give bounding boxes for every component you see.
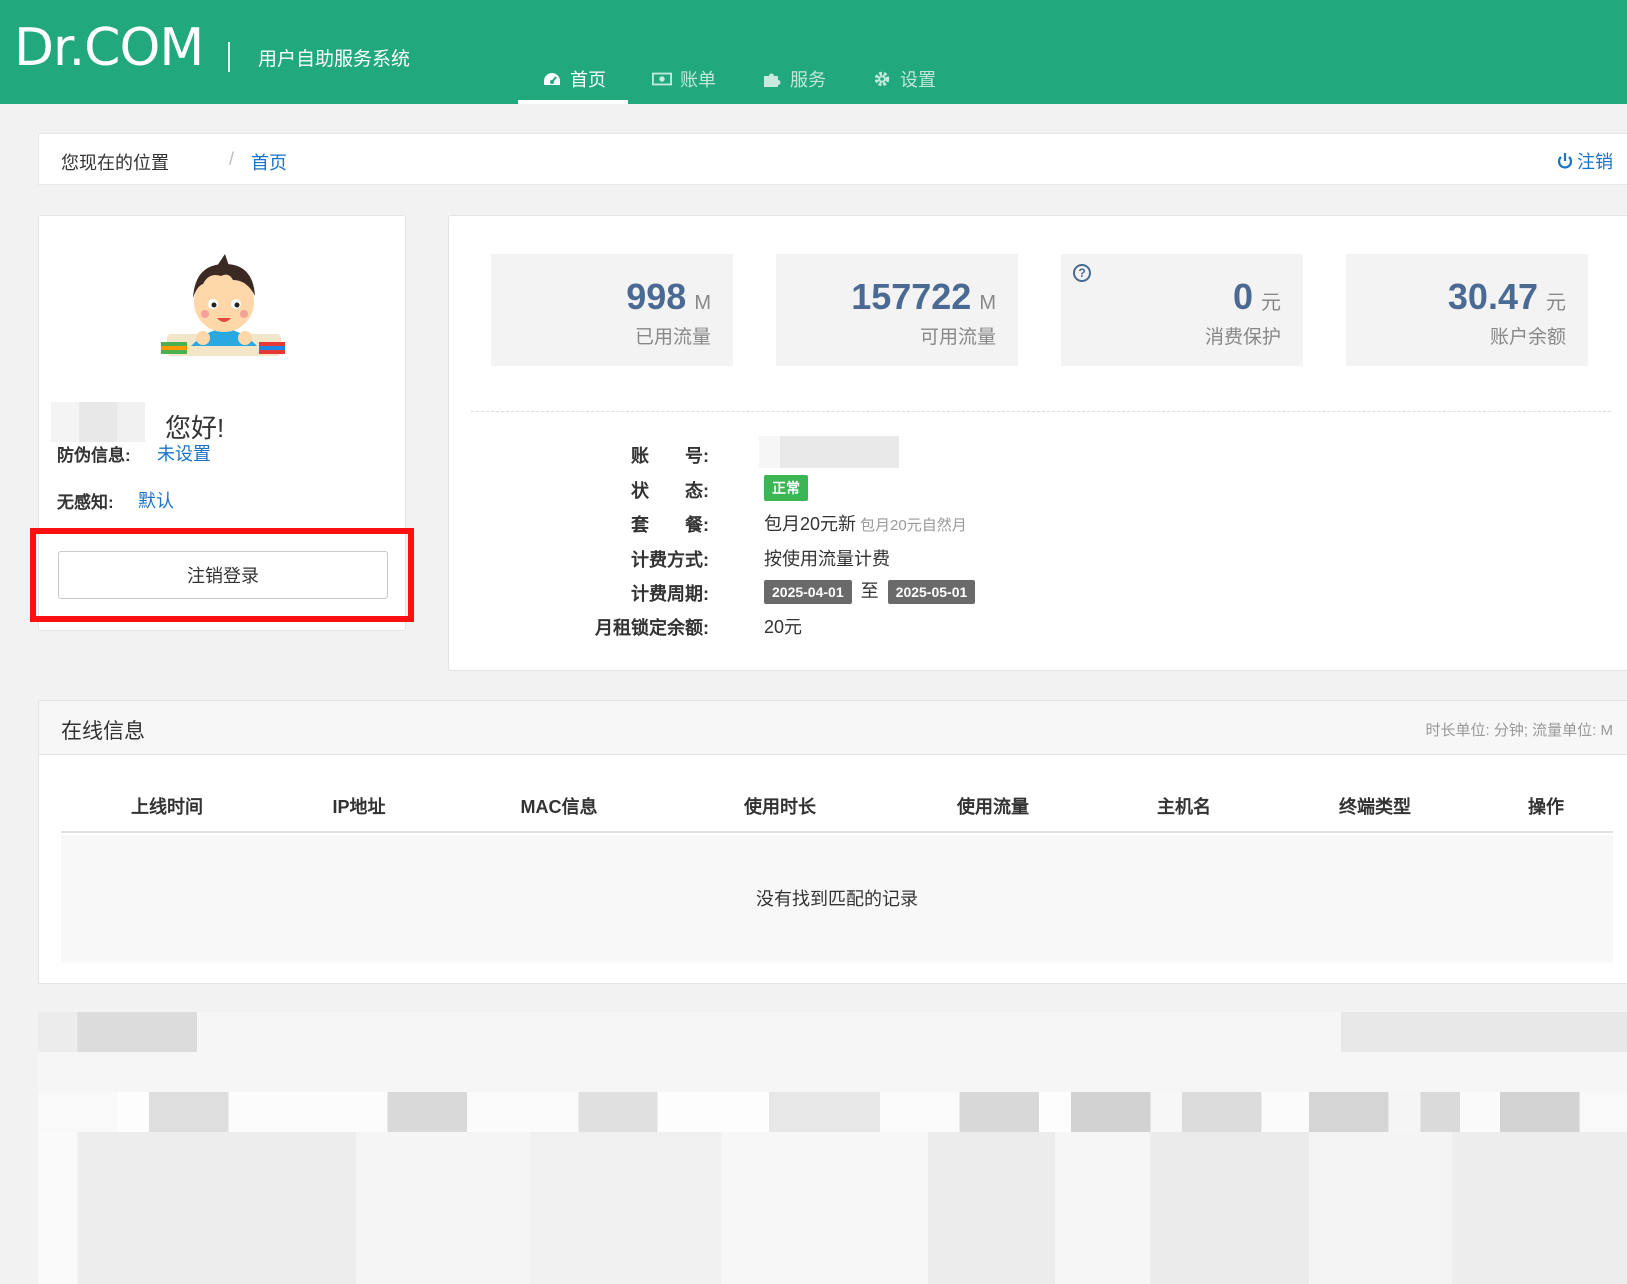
username-redacted	[51, 402, 145, 442]
nav-item-service[interactable]: 服务	[738, 58, 848, 100]
account-redacted	[759, 436, 899, 468]
logo: Dr.COM	[14, 18, 204, 78]
column-header[interactable]: 终端类型	[1339, 793, 1411, 819]
units-note: 时长单位: 分钟; 流量单位: M	[1425, 722, 1613, 739]
power-icon	[1557, 153, 1573, 169]
puzzle-icon	[764, 73, 781, 87]
stat-unit: M	[979, 292, 996, 314]
billing-label: 计费方式:	[631, 550, 709, 570]
nav-label: 首页	[570, 70, 606, 90]
highlight-box	[30, 528, 414, 622]
stat-unit: 元	[1261, 292, 1281, 314]
panel-header: 在线信息 时长单位: 分钟; 流量单位: M	[39, 701, 1627, 755]
stat-unit: 元	[1546, 292, 1566, 314]
stat-label: 可用流量	[919, 327, 996, 348]
status-label: 状 态:	[631, 481, 709, 501]
breadcrumb: 您现在的位置 / 首页 注销	[38, 133, 1627, 185]
anti-fraud-link[interactable]: 未设置	[157, 440, 211, 466]
stat-used-traffic: 998 M 已用流量	[491, 254, 733, 366]
column-header[interactable]: 使用流量	[957, 793, 1029, 819]
period-label: 计费周期:	[631, 584, 709, 604]
period-end-badge: 2025-05-01	[887, 580, 976, 604]
package-note: 包月20元自然月	[860, 517, 967, 534]
breadcrumb-separator: /	[229, 149, 235, 169]
column-header[interactable]: IP地址	[332, 793, 385, 819]
anti-fraud-label: 防伪信息:	[57, 446, 131, 465]
stat-unit: M	[694, 292, 711, 314]
account-label: 账 号:	[631, 446, 709, 466]
stat-balance: 30.47 元 账户余额	[1346, 254, 1588, 366]
column-header[interactable]: 主机名	[1157, 793, 1211, 819]
stat-label: 已用流量	[634, 327, 711, 348]
column-header[interactable]: 使用时长	[744, 793, 816, 819]
table-header: 上线时间 IP地址 MAC信息 使用时长 使用流量 主机名 终端类型 操作	[61, 777, 1613, 833]
nav-label: 服务	[790, 70, 826, 90]
seamless-link[interactable]: 默认	[138, 487, 174, 513]
money-icon	[652, 72, 672, 86]
column-header[interactable]: MAC信息	[521, 793, 598, 819]
online-info-panel: 在线信息 时长单位: 分钟; 流量单位: M 上线时间 IP地址 MAC信息 使…	[38, 700, 1627, 984]
main-nav: 首页 账单 服务 设置	[518, 58, 958, 104]
dashboard-icon	[544, 73, 560, 85]
logo-separator	[228, 42, 230, 72]
stat-spend-protection: ? 0元 消费保护	[1061, 254, 1303, 366]
nav-label: 账单	[680, 70, 716, 90]
top-header: Dr.COM 用户自助服务系统 首页 账单 服务 设置	[0, 0, 1627, 104]
nav-item-settings[interactable]: 设置	[848, 58, 958, 100]
avatar	[161, 254, 285, 356]
gear-icon	[874, 71, 890, 87]
empty-message: 没有找到匹配的记录	[756, 889, 918, 909]
panel-title: 在线信息	[61, 720, 145, 743]
nav-item-home[interactable]: 首页	[518, 58, 628, 104]
seamless-label: 无感知:	[57, 493, 114, 512]
empty-row: 没有找到匹配的记录	[61, 835, 1613, 963]
locked-balance-label: 月租锁定余额:	[595, 618, 709, 638]
stat-label: 消费保护	[1204, 327, 1281, 348]
period-to: 至	[860, 581, 879, 601]
divider	[471, 411, 1611, 412]
redacted-area	[38, 1012, 1627, 1284]
stat-value: 0	[1232, 276, 1253, 317]
help-icon[interactable]: ?	[1073, 264, 1091, 282]
status-badge: 正常	[764, 475, 808, 501]
stat-value: 157722	[851, 276, 972, 317]
stat-value: 998	[626, 276, 687, 317]
stat-label: 账户余额	[1489, 327, 1566, 348]
breadcrumb-prefix: 您现在的位置	[61, 153, 169, 173]
package-label: 套 餐:	[631, 515, 709, 535]
logout-link[interactable]: 注销	[1557, 148, 1613, 174]
stat-available-traffic: 157722 M 可用流量	[776, 254, 1018, 366]
breadcrumb-home-link[interactable]: 首页	[251, 149, 287, 175]
logout-label: 注销	[1577, 152, 1613, 172]
nav-item-bill[interactable]: 账单	[628, 58, 738, 100]
column-header[interactable]: 操作	[1528, 793, 1564, 819]
nav-label: 设置	[900, 70, 936, 90]
stat-value: 30.47	[1447, 276, 1538, 317]
system-name: 用户自助服务系统	[258, 49, 411, 70]
column-header[interactable]: 上线时间	[131, 793, 203, 819]
account-card: 998 M 已用流量 157722 M 可用流量 ? 0元 消费保护 30.47 元 …	[448, 215, 1627, 671]
package-value: 包月20元新	[764, 514, 857, 534]
billing-value: 按使用流量计费	[764, 549, 890, 569]
period-start-badge: 2025-04-01	[764, 580, 852, 604]
locked-balance-value: 20元	[764, 617, 803, 637]
